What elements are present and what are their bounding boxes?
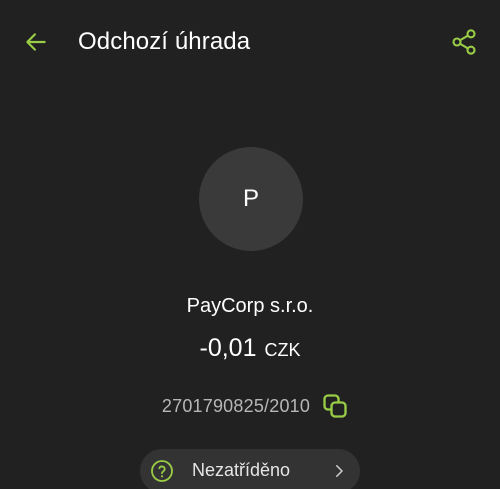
amount-currency: CZK [264, 340, 301, 360]
chevron-right-icon [336, 465, 343, 477]
avatar-initial: P [242, 185, 259, 212]
transaction-detail-screen: Odchozí úhrada P PayCorp s.r.o. -0,01 CZ… [0, 0, 500, 489]
share-button[interactable] [448, 26, 480, 58]
category-chip[interactable]: Nezatříděno [140, 449, 360, 489]
payee-avatar: P [199, 147, 303, 251]
help-circle-icon [151, 460, 173, 482]
back-button[interactable] [20, 26, 52, 58]
amount-value: -0,01 [199, 334, 257, 362]
arrow-left-icon [26, 33, 46, 51]
category-label: Nezatříděno [192, 460, 291, 480]
app-bar: Odchozí úhrada [0, 0, 500, 84]
page-title: Odchozí úhrada [78, 28, 251, 55]
amount: -0,01 CZK [0, 334, 500, 363]
copy-account-button[interactable] [320, 391, 350, 421]
payee-name: PayCorp s.r.o. [186, 295, 314, 317]
copy-icon [323, 394, 347, 418]
account-number: 2701790825/2010 [161, 395, 311, 416]
account-row: 2701790825/2010 [0, 391, 500, 421]
share-icon [452, 29, 476, 55]
